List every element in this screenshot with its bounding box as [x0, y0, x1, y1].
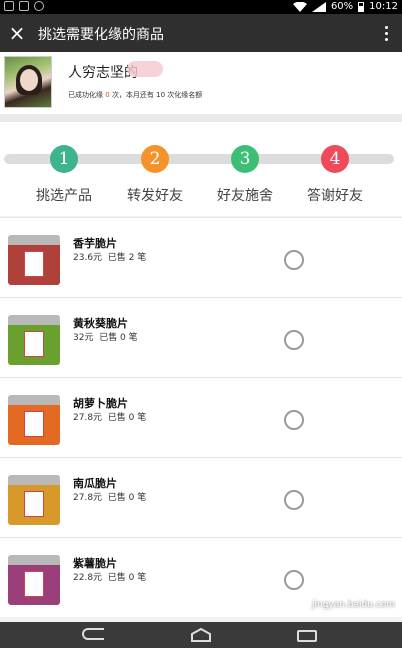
success-count: 0 — [105, 91, 110, 99]
product-name: 南瓜脆片 — [73, 477, 117, 490]
browser-notification-icon — [34, 1, 44, 11]
product-price: 23.6元 — [73, 253, 103, 263]
product-image — [8, 555, 60, 605]
system-nav-bar — [0, 622, 402, 648]
status-bar: 60% 10:12 — [0, 0, 402, 14]
progress-steps: 1 挑选产品 2 转发好友 3 好友施舍 4 答谢好友 — [0, 122, 402, 216]
notification-icon — [4, 1, 14, 11]
close-icon[interactable]: × — [4, 20, 30, 46]
section-divider — [0, 114, 402, 122]
product-name: 胡萝卜脆片 — [73, 397, 128, 410]
step-label-2: 转发好友 — [127, 188, 183, 204]
product-sold: 已售 2 笔 — [107, 253, 147, 263]
product-sold: 已售 0 笔 — [107, 573, 147, 583]
step-label-3: 好友施舍 — [217, 188, 273, 204]
select-radio[interactable] — [284, 410, 304, 430]
product-name: 黄秋葵脆片 — [73, 317, 128, 330]
watermark: jingyan.baidu.com — [312, 600, 396, 610]
product-price: 22.8元 — [73, 573, 103, 583]
list-item[interactable]: 香芋脆片 23.6元 已售 2 笔 — [0, 217, 402, 297]
product-list: 香芋脆片 23.6元 已售 2 笔 黄秋葵脆片 32元 已售 0 笔 胡萝卜脆片… — [0, 217, 402, 617]
select-radio[interactable] — [284, 570, 304, 590]
home-icon[interactable] — [190, 628, 212, 642]
step-number-4: 4 — [321, 145, 349, 173]
step-4: 4 答谢好友 — [290, 145, 380, 205]
battery-percent: 60% — [330, 1, 354, 12]
product-price: 27.8元 — [73, 413, 103, 423]
product-name: 香芋脆片 — [73, 237, 117, 250]
profile-card: 人穷志坚的 已成功化缘 0 次，本月还有 10 次化缘名额 — [0, 52, 402, 114]
step-2: 2 转发好友 — [110, 145, 200, 205]
app-notification-icon — [19, 1, 29, 11]
product-image — [8, 475, 60, 525]
step-number-2: 2 — [141, 145, 169, 173]
product-image — [8, 315, 60, 365]
step-3: 3 好友施舍 — [200, 145, 290, 205]
more-options-icon[interactable] — [376, 20, 396, 46]
product-price: 32元 — [73, 333, 94, 343]
app-bar: × 挑选需要化缘的商品 — [0, 14, 402, 52]
product-sold: 已售 0 笔 — [107, 413, 147, 423]
summary-suffix: 次，本月还有 10 次化缘名额 — [111, 91, 203, 99]
product-info: 23.6元 已售 2 笔 — [73, 250, 146, 263]
recent-apps-icon[interactable] — [297, 630, 317, 642]
clock: 10:12 — [369, 1, 398, 12]
list-item[interactable]: 黄秋葵脆片 32元 已售 0 笔 — [0, 297, 402, 377]
battery-icon — [358, 2, 365, 12]
select-radio[interactable] — [284, 250, 304, 270]
product-price: 27.8元 — [73, 493, 103, 503]
step-number-3: 3 — [231, 145, 259, 173]
product-info: 32元 已售 0 笔 — [73, 330, 138, 343]
redacted-name-mask — [127, 61, 163, 77]
step-number-1: 1 — [50, 145, 78, 173]
avatar[interactable] — [4, 56, 52, 108]
step-label-1: 挑选产品 — [36, 188, 92, 204]
wifi-icon — [292, 2, 307, 12]
product-info: 27.8元 已售 0 笔 — [73, 410, 146, 423]
donation-summary: 已成功化缘 0 次，本月还有 10 次化缘名额 — [68, 90, 202, 100]
product-sold: 已售 0 笔 — [107, 493, 147, 503]
product-info: 22.8元 已售 0 笔 — [73, 570, 146, 583]
list-item[interactable]: 胡萝卜脆片 27.8元 已售 0 笔 — [0, 377, 402, 457]
product-image — [8, 395, 60, 445]
product-info: 27.8元 已售 0 笔 — [73, 490, 146, 503]
step-label-4: 答谢好友 — [307, 188, 363, 204]
back-icon[interactable] — [82, 628, 104, 640]
signal-icon — [311, 2, 326, 12]
product-image — [8, 235, 60, 285]
step-1: 1 挑选产品 — [19, 145, 109, 205]
list-item[interactable]: 南瓜脆片 27.8元 已售 0 笔 — [0, 457, 402, 537]
select-radio[interactable] — [284, 330, 304, 350]
product-name: 紫薯脆片 — [73, 557, 117, 570]
select-radio[interactable] — [284, 490, 304, 510]
product-sold: 已售 0 笔 — [99, 333, 138, 343]
summary-prefix: 已成功化缘 — [68, 91, 103, 99]
page-title: 挑选需要化缘的商品 — [38, 27, 164, 43]
